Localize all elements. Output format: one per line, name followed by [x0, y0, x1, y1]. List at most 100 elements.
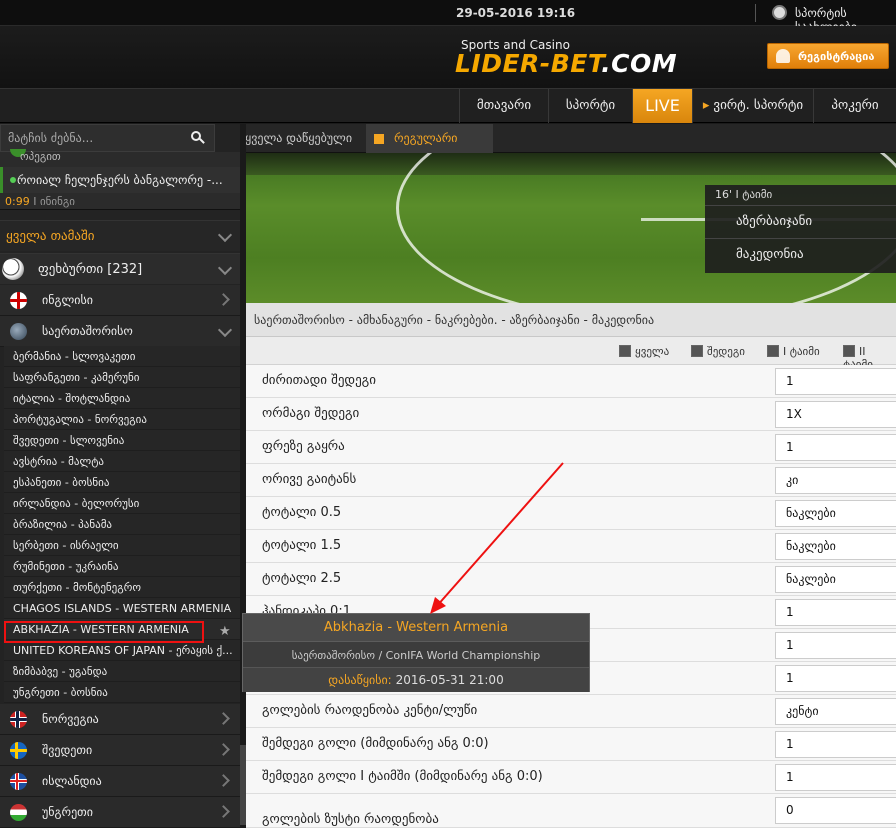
market-select[interactable]: ნაკლები — [775, 566, 896, 593]
football-category[interactable]: ფეხბურთი [232] — [0, 253, 240, 284]
country-hungary[interactable]: უნგრეთი — [0, 797, 240, 828]
user-icon — [776, 49, 790, 63]
table-row[interactable]: გოლების რაოდენობა კენტი/ლუწი კენტი — [246, 695, 896, 728]
market-select[interactable]: 1 — [775, 764, 896, 791]
market-select[interactable]: 1 — [775, 731, 896, 758]
square-icon — [374, 134, 384, 144]
market-select[interactable]: 1 — [775, 434, 896, 461]
market-select[interactable]: 1X — [775, 401, 896, 428]
list-item[interactable]: სერბეთი - ისრაელი — [4, 535, 240, 556]
market-select[interactable]: ნაკლები — [775, 533, 896, 560]
tooltip-start-time: დასაწყისი: 2016-05-31 21:00 — [243, 668, 589, 692]
table-row[interactable]: ტოტალი 2.5 ნაკლები — [246, 563, 896, 596]
table-row[interactable]: ტოტალი 0.5 ნაკლები — [246, 497, 896, 530]
search-button[interactable] — [188, 129, 206, 147]
list-item[interactable]: ირლანდია - ბელორუსი — [4, 493, 240, 514]
market-select[interactable]: კენტი — [775, 698, 896, 725]
nav-live[interactable]: LIVE — [632, 89, 692, 123]
register-button[interactable]: რეგისტრაცია — [767, 43, 889, 69]
nav-virtual-sport[interactable]: ▸ ვირტ. სპორტი — [692, 89, 813, 123]
list-item[interactable]: UNITED KOREANS OF JAPAN - ერაყის ქ... — [4, 640, 240, 661]
table-row[interactable]: ტოტალი 1.5 ნაკლები — [246, 530, 896, 563]
market-select[interactable]: 0 — [775, 797, 896, 824]
england-label: ინგლისი — [42, 293, 93, 307]
market-select[interactable]: კი — [775, 467, 896, 494]
logo[interactable]: LIDER-BET.COM — [455, 49, 677, 78]
table-row[interactable]: გოლების ზუსტი რაოდენობა 0 — [246, 794, 896, 828]
chevron-right-icon — [217, 774, 230, 787]
match-tooltip: Abkhazia - Western Armenia საერთაშორისო … — [242, 613, 590, 692]
filter-all-checkbox[interactable]: ყველა — [619, 345, 669, 358]
nav-poker[interactable]: პოკერი — [813, 89, 896, 123]
list-item[interactable]: იტალია - შოტლანდია — [4, 388, 240, 409]
norway-flag-icon — [10, 711, 27, 728]
live-match-item[interactable]: როიალ ჩელენჯერს ბანგალორე -... — [0, 167, 240, 193]
filter-all-started[interactable]: ყველა დაწყებული — [245, 131, 352, 145]
market-label: შემდეგი გოლი I ტაიმში (მიმდინარე ანგ 0:0… — [262, 769, 543, 784]
table-row[interactable]: შემდეგი გოლი (მიმდინარე ანგ 0:0) 1 — [246, 728, 896, 761]
filter-bar: ყველა დაწყებული რეგულარი თამაში — [215, 124, 896, 174]
chevron-down-icon — [217, 260, 233, 276]
register-label: რეგისტრაცია — [798, 50, 875, 63]
table-row[interactable]: ორმაგი შედეგი 1X — [246, 398, 896, 431]
list-item[interactable]: ბრაზილია - პანამა — [4, 514, 240, 535]
list-item[interactable]: ესპანეთი - ბოსნია — [4, 472, 240, 493]
list-item[interactable]: ზიმბაბვე - უგანდა — [4, 661, 240, 682]
football-icon — [772, 5, 787, 20]
chevron-right-icon — [217, 293, 230, 306]
sidebar: მატჩის ძებნა... ოპეგით როიალ ჩელენჯერს ბ… — [0, 124, 240, 828]
search-input[interactable]: მატჩის ძებნა... — [0, 124, 215, 152]
nav-sport[interactable]: სპორტი — [548, 89, 632, 123]
arrow-right-icon: ▸ — [702, 98, 710, 113]
market-select[interactable]: 1 — [775, 599, 896, 626]
list-item[interactable]: უნგრეთი - ბოსნია — [4, 682, 240, 703]
list-item[interactable]: რუმინეთი - უკრაინა — [4, 556, 240, 577]
norway-label: ნორვეგია — [42, 712, 99, 726]
highlight-box — [4, 621, 204, 643]
live-score-period: I ინინგი — [33, 195, 75, 208]
main-nav: მთავარი სპორტი LIVE ▸ ვირტ. სპორტი პოკერი — [0, 88, 896, 123]
divider — [755, 4, 756, 22]
filter-result-checkbox[interactable]: შედეგი — [691, 345, 745, 358]
checkbox-icon — [691, 345, 703, 357]
star-icon[interactable]: ★ — [219, 624, 231, 639]
header: Sports and Casino LIDER-BET.COM — [0, 26, 896, 88]
live-prev-item[interactable]: ოპეგით — [20, 150, 61, 163]
match-time: 16' I ტაიმი — [715, 188, 773, 201]
country-england[interactable]: ინგლისი — [0, 285, 240, 316]
table-row[interactable]: ფრეზე გაყრა 1 — [246, 431, 896, 464]
list-item[interactable]: თურქეთი - მონტენეგრო — [4, 577, 240, 598]
nav-home[interactable]: მთავარი — [459, 89, 548, 123]
list-item[interactable]: CHAGOS ISLANDS - WESTERN ARMENIA — [4, 598, 240, 619]
list-item[interactable]: ავსტრია - მალტა — [4, 451, 240, 472]
table-row[interactable]: შემდეგი გოლი I ტაიმში (მიმდინარე ანგ 0:0… — [246, 761, 896, 794]
market-select[interactable]: ნაკლები — [775, 500, 896, 527]
hungary-label: უნგრეთი — [42, 805, 93, 819]
iceland-label: ისლანდია — [42, 774, 102, 788]
live-score-value: 0:99 — [5, 195, 30, 208]
sweden-label: შვედეთი — [42, 743, 93, 757]
live-match-label: როიალ ჩელენჯერს ბანგალორე -... — [17, 173, 223, 187]
market-label: შემდეგი გოლი (მიმდინარე ანგ 0:0) — [262, 736, 489, 751]
tab-regular-game[interactable]: რეგულარი თამაში — [366, 124, 493, 174]
list-item[interactable]: ბერმანია - სლოვაკეთი — [4, 346, 240, 367]
filter-first-half-checkbox[interactable]: I ტაიმი — [767, 345, 820, 358]
country-norway[interactable]: ნორვეგია — [0, 704, 240, 735]
sweden-flag-icon — [10, 742, 27, 759]
list-item[interactable]: საფრანგეთი - კამერუნი — [4, 367, 240, 388]
table-row[interactable]: ძირითადი შედეგი 1 — [246, 365, 896, 398]
chevron-right-icon — [217, 712, 230, 725]
list-item[interactable]: შვედეთი - სლოვენია — [4, 430, 240, 451]
market-select[interactable]: 1 — [775, 632, 896, 659]
market-select[interactable]: 1 — [775, 368, 896, 395]
market-select[interactable]: 1 — [775, 665, 896, 692]
country-international[interactable]: საერთაშორისო — [0, 316, 240, 347]
table-row[interactable]: ორივე გაიტანს კი — [246, 464, 896, 497]
match-list: ბერმანია - სლოვაკეთი საფრანგეთი - კამერუ… — [4, 346, 240, 703]
country-iceland[interactable]: ისლანდია — [0, 766, 240, 797]
market-label: ორივე გაიტანს — [262, 472, 357, 487]
all-games-header[interactable]: ყველა თამაში — [0, 220, 240, 251]
list-item[interactable]: პორტუგალია - ნორვეგია — [4, 409, 240, 430]
checkbox-icon — [767, 345, 779, 357]
country-sweden[interactable]: შვედეთი — [0, 735, 240, 766]
